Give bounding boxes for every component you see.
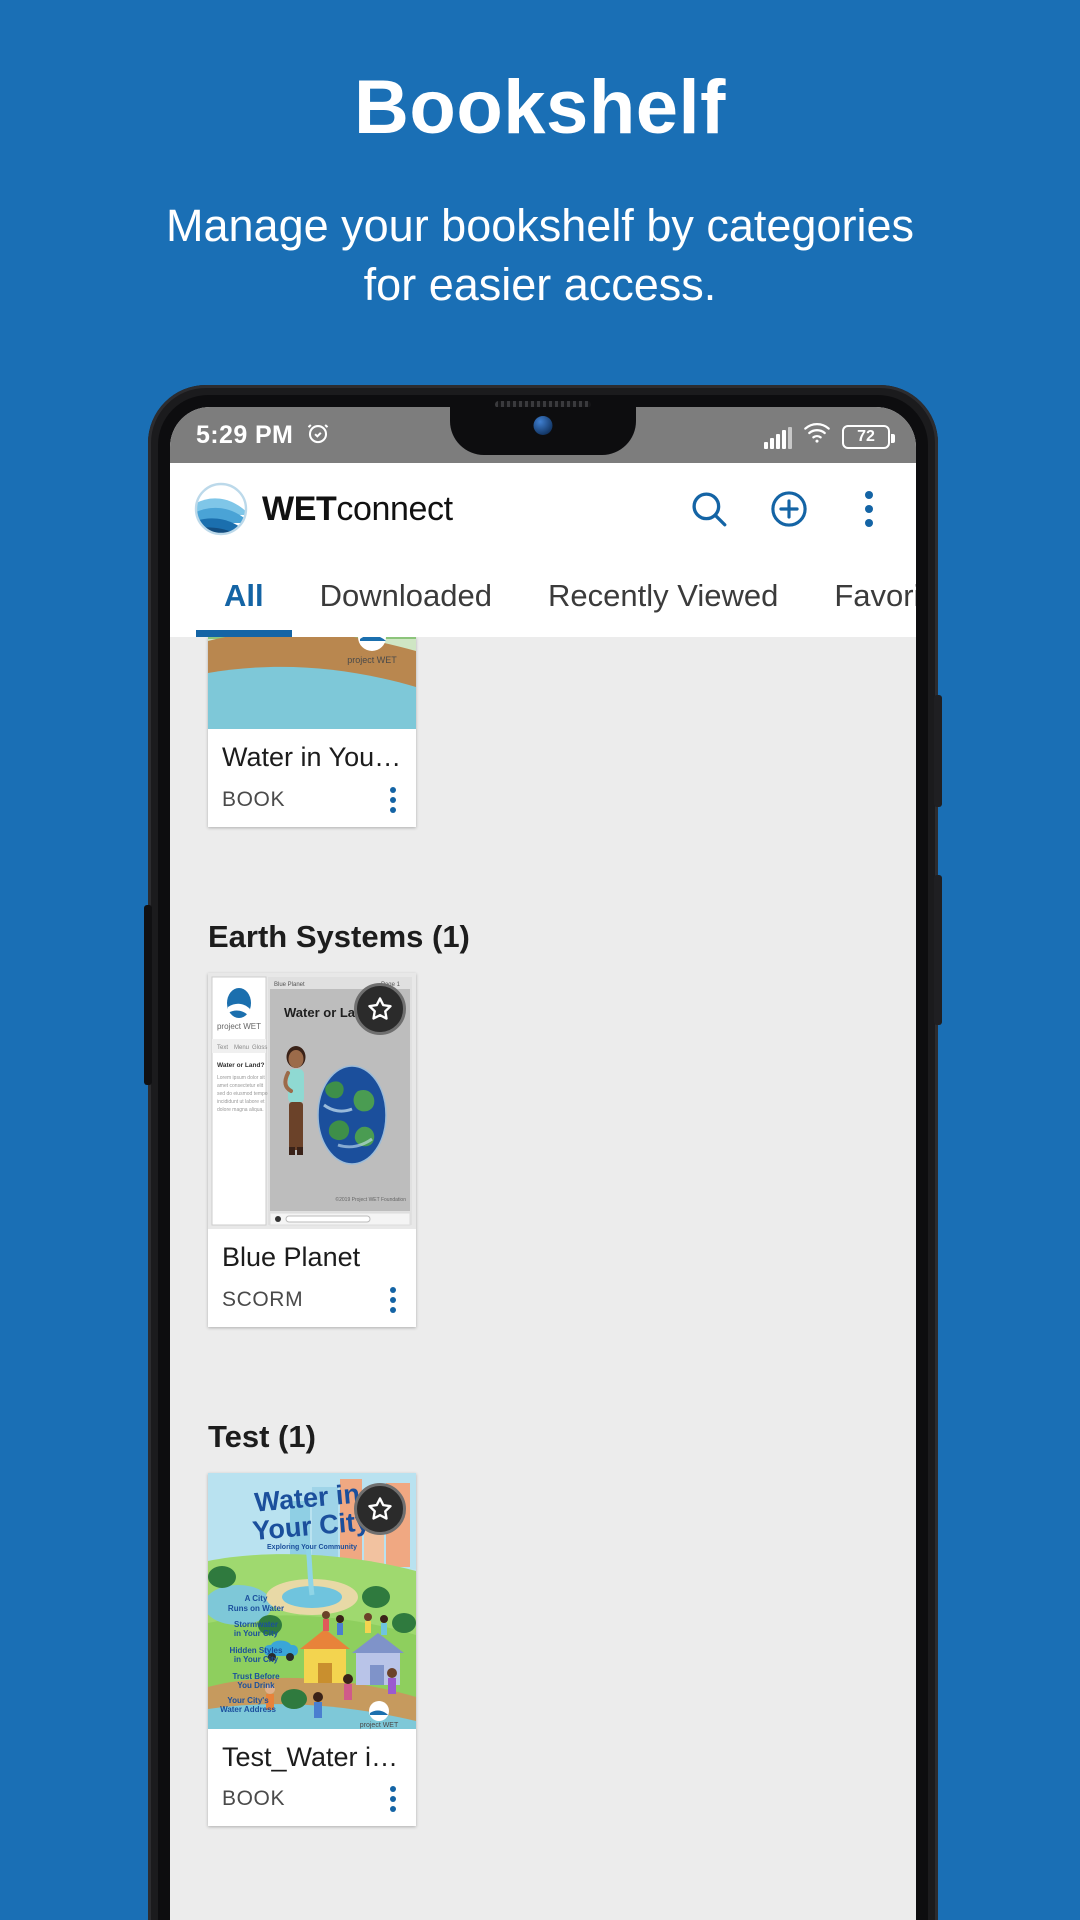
favorite-star-icon[interactable] [354, 982, 406, 1035]
svg-text:project WET: project WET [347, 655, 397, 665]
app-brand: WETconnect [194, 482, 686, 536]
card-overflow-menu-icon[interactable] [384, 1782, 402, 1816]
tab-downloaded[interactable]: Downloaded [292, 555, 520, 637]
status-bar: 5:29 PM 72 [170, 407, 916, 463]
book-card[interactable]: Water in Your City Exploring Your Commun… [208, 1472, 416, 1827]
section-cards: Water in Your City Exploring Your Commun… [170, 1472, 916, 1827]
card-title: Test_Water in ... [222, 1741, 402, 1772]
card-meta: Blue Planet SCORM [208, 1229, 416, 1327]
book-cover-thumbnail: Water in Your City Exploring Your Commun… [208, 1472, 416, 1729]
app-bar: WETconnect [170, 463, 916, 555]
scorm-preview-thumbnail: project WET Text Menu Gloss Water or Land?… [208, 972, 416, 1229]
card-meta: Water in Your ... BOOK [208, 729, 416, 827]
project-wet-globe-logo [194, 482, 248, 536]
svg-text:Water or Land?: Water or Land? [217, 1062, 264, 1069]
svg-text:Menu: Menu [234, 1045, 249, 1051]
page-title: Bookshelf [354, 65, 726, 150]
svg-text:A City: A City [245, 1594, 268, 1603]
book-card[interactable]: Trust Before You Drink Your City's Water… [208, 637, 416, 827]
section-cards: project WET Text Menu Gloss Water or Land?… [170, 972, 916, 1327]
book-card[interactable]: project WET Text Menu Gloss Water or Land?… [208, 972, 416, 1327]
bookshelf-list[interactable]: Trust Before You Drink Your City's Water… [170, 637, 916, 1920]
card-overflow-menu-icon[interactable] [384, 783, 402, 817]
brand-name: WETconnect [262, 490, 453, 529]
svg-text:sed do eiusmod tempor: sed do eiusmod tempor [217, 1091, 270, 1097]
svg-text:Text: Text [217, 1045, 228, 1051]
app-bar-actions [686, 486, 892, 532]
front-camera-icon [533, 416, 553, 435]
svg-text:Your City's: Your City's [227, 1696, 269, 1705]
power-button[interactable] [934, 875, 942, 1025]
svg-text:project WET: project WET [360, 1722, 399, 1729]
phone-bezel: 5:29 PM 72 WETconnect All Downloaded Rec… [158, 395, 928, 1920]
wifi-icon [803, 422, 831, 449]
page-subtitle: Manage your bookshelf by categories for … [166, 199, 914, 311]
svg-text:Runs on Water: Runs on Water [228, 1604, 284, 1613]
card-title: Blue Planet [222, 1241, 361, 1272]
alarm-clock-icon [305, 420, 331, 451]
brand-name-bold: WET [262, 489, 337, 528]
svg-text:Gloss: Gloss [252, 1045, 267, 1051]
svg-text:incididunt ut labore et: incididunt ut labore et [217, 1099, 265, 1105]
volume-button[interactable] [934, 695, 942, 807]
camera-notch [450, 407, 636, 455]
section-heading-earth-systems: Earth Systems (1) [208, 918, 470, 954]
battery-icon: 72 [842, 424, 895, 449]
cellular-signal-icon [764, 426, 792, 449]
svg-text:Lorem ipsum dolor sit: Lorem ipsum dolor sit [217, 1075, 265, 1081]
card-type-label: BOOK [222, 787, 286, 811]
favorite-star-icon[interactable] [354, 1482, 406, 1535]
svg-text:Stormwater: Stormwater [234, 1620, 278, 1629]
svg-text:©2019 Project WET Foundation: ©2019 Project WET Foundation [335, 1196, 406, 1203]
tab-favorite[interactable]: Favorite [806, 555, 916, 637]
add-circle-icon[interactable] [766, 486, 812, 532]
svg-text:Trust Before: Trust Before [232, 1672, 280, 1681]
card-type-label: BOOK [222, 1787, 286, 1811]
card-meta: Test_Water in ... BOOK [208, 1729, 416, 1827]
overflow-menu-icon[interactable] [846, 486, 892, 532]
svg-text:project WET: project WET [217, 1022, 261, 1031]
brand-name-light: connect [336, 489, 453, 528]
svg-text:Exploring Your Community: Exploring Your Community [267, 1544, 357, 1551]
tab-recently-viewed[interactable]: Recently Viewed [520, 555, 806, 637]
svg-text:in Your City: in Your City [234, 1629, 279, 1638]
svg-text:amet consectetur elit: amet consectetur elit [217, 1083, 264, 1089]
phone-mockup: 5:29 PM 72 WETconnect All Downloaded Rec… [144, 385, 942, 1920]
tab-bar: All Downloaded Recently Viewed Favorite [170, 555, 916, 637]
svg-text:Hidden Styles: Hidden Styles [230, 1646, 283, 1655]
side-button-left[interactable] [144, 905, 152, 1085]
section-cards: Trust Before You Drink Your City's Water… [170, 637, 916, 827]
battery-level: 72 [857, 427, 875, 445]
book-cover-thumbnail: Trust Before You Drink Your City's Water… [208, 637, 416, 729]
phone-screen: 5:29 PM 72 WETconnect All Downloaded Rec… [170, 407, 916, 1920]
search-icon[interactable] [686, 486, 732, 532]
svg-text:You Drink: You Drink [237, 1681, 275, 1690]
card-overflow-menu-icon[interactable] [384, 1283, 402, 1317]
card-type-label: SCORM [222, 1287, 304, 1311]
svg-text:in Your City: in Your City [234, 1655, 279, 1664]
card-title: Water in Your ... [222, 742, 402, 772]
svg-text:Water Address: Water Address [220, 1705, 276, 1714]
svg-text:dolore magna aliqua.: dolore magna aliqua. [217, 1107, 264, 1113]
status-time: 5:29 PM [196, 420, 294, 449]
promo-header: Bookshelf Manage your bookshelf by categ… [0, 0, 1080, 380]
tab-all[interactable]: All [196, 555, 292, 637]
section-heading-test: Test (1) [208, 1418, 316, 1454]
svg-text:Blue Planet: Blue Planet [274, 982, 305, 988]
